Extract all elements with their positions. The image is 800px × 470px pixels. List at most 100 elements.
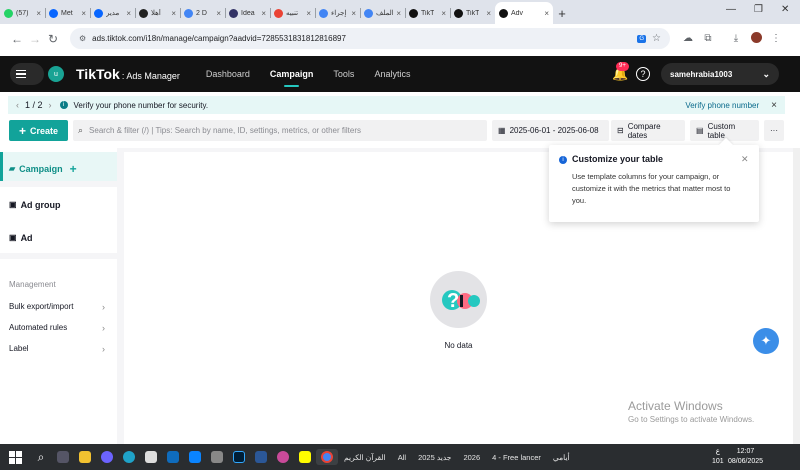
cloud-icon[interactable]: ☁	[678, 33, 698, 44]
browser-tab[interactable]: الملف ×	[360, 2, 405, 24]
browser-menu-icon[interactable]: ⋮	[766, 33, 786, 44]
media-player-icon[interactable]	[206, 449, 228, 465]
account-switcher[interactable]: samehrabia1003 ⌄	[661, 63, 779, 85]
sidebar-item-ad-group[interactable]: ▣ Ad group	[0, 188, 117, 221]
user-avatar[interactable]: u	[48, 66, 64, 82]
browser-tab[interactable]: 2 D ×	[180, 2, 225, 24]
more-options-button[interactable]: ···	[764, 120, 784, 141]
windows-start-icon[interactable]	[0, 450, 30, 464]
minimize-icon[interactable]: —	[726, 4, 736, 15]
create-button[interactable]: + Create	[9, 120, 68, 141]
calendar-icon: ▦	[498, 126, 506, 135]
chrome-icon[interactable]	[316, 449, 338, 465]
divider	[0, 253, 117, 259]
sidebar-item-ad[interactable]: ▣ Ad	[0, 221, 117, 254]
app-icon[interactable]	[272, 449, 294, 465]
notice-message: Verify your phone number for security.	[73, 100, 209, 110]
language-indicator[interactable]: ع 101	[712, 447, 724, 467]
chatgpt-favicon-icon	[139, 8, 148, 18]
sidebar-link-bulk-export[interactable]: Bulk export/import ›	[0, 296, 117, 317]
search-input[interactable]: ⌕ Search & filter (/) | Tips: Search by …	[73, 120, 487, 141]
file-explorer-icon[interactable]	[74, 449, 96, 465]
chevron-right-icon[interactable]: ›	[49, 100, 52, 110]
snapchat-icon[interactable]	[294, 449, 316, 465]
download-icon[interactable]: ⤓	[726, 33, 746, 44]
browser-tab[interactable]: تنبيه ×	[270, 2, 315, 24]
bookmark-star-icon[interactable]: ☆	[652, 33, 661, 44]
system-clock[interactable]: 12:07 08/06/2025	[728, 447, 763, 467]
chevron-left-icon[interactable]: ‹	[16, 100, 19, 110]
browser-tab[interactable]: Idea ×	[225, 2, 270, 24]
close-tab-icon[interactable]: ×	[261, 9, 266, 18]
browser-tab[interactable]: مدير ×	[90, 2, 135, 24]
close-tab-icon[interactable]: ×	[441, 9, 446, 18]
extensions-icon[interactable]: ⧉	[698, 33, 718, 44]
info-icon: i	[559, 156, 567, 164]
campaign-toolbar: + Create ⌕ Search & filter (/) | Tips: S…	[0, 118, 800, 142]
store-icon[interactable]	[184, 449, 206, 465]
tiktok-logo[interactable]: TikTok: Ads Manager	[76, 66, 180, 82]
close-tab-icon[interactable]: ×	[396, 9, 401, 18]
edge-icon[interactable]	[118, 449, 140, 465]
restore-icon[interactable]: ❐	[754, 4, 763, 15]
browser-tab[interactable]: Met ×	[45, 2, 90, 24]
close-tab-icon[interactable]: ×	[171, 9, 176, 18]
close-icon[interactable]: ×	[771, 100, 777, 111]
close-tab-icon[interactable]: ×	[544, 9, 549, 18]
taskbar-window-label[interactable]: 4 - Free lancer	[486, 453, 547, 462]
new-tab-button[interactable]: +	[553, 2, 571, 24]
taskbar-window-label[interactable]: All	[392, 453, 412, 462]
browser-tab[interactable]: TikT ×	[450, 2, 495, 24]
taskbar-window-label[interactable]: جديد 2025	[412, 453, 457, 462]
tiktok-favicon-icon	[409, 8, 418, 18]
taskbar-window-label[interactable]: القرآن الكريم	[338, 453, 392, 462]
add-campaign-icon[interactable]: +	[70, 162, 77, 176]
close-tab-icon[interactable]: ×	[486, 9, 491, 18]
chevron-right-icon: ›	[102, 343, 105, 354]
date-range-picker[interactable]: ▦ 2025-06-01 - 2025-06-08	[492, 120, 609, 141]
browser-tab[interactable]: TikT ×	[405, 2, 450, 24]
translate-icon[interactable]: G	[637, 34, 647, 43]
taskbar-window-label[interactable]: 2026	[457, 453, 486, 462]
scrollbar[interactable]	[793, 148, 800, 444]
task-view-icon[interactable]	[52, 449, 74, 465]
nav-tools[interactable]: Tools	[333, 56, 354, 92]
reload-icon[interactable]: ↻	[44, 32, 62, 46]
url-input[interactable]: ⚙ ads.tiktok.com/i18n/manage/campaign?aa…	[70, 28, 670, 49]
help-icon[interactable]: ?	[636, 67, 650, 81]
close-tab-icon[interactable]: ×	[306, 9, 311, 18]
close-tab-icon[interactable]: ×	[216, 9, 221, 18]
browser-tab-active[interactable]: Adv ×	[495, 2, 553, 24]
back-icon[interactable]: ←	[8, 32, 26, 46]
compare-dates-button[interactable]: ⊟ Compare dates	[611, 120, 685, 141]
site-info-icon[interactable]: ⚙	[79, 34, 86, 43]
forward-icon[interactable]: →	[26, 32, 44, 46]
profile-avatar[interactable]	[746, 31, 766, 46]
photoshop-icon[interactable]	[228, 449, 250, 465]
nav-analytics[interactable]: Analytics	[374, 56, 410, 92]
account-name: samehrabia1003	[670, 69, 733, 79]
copilot-icon[interactable]	[96, 449, 118, 465]
browser-tab[interactable]: إجراء ×	[315, 2, 360, 24]
search-icon[interactable]: ⌕	[30, 449, 52, 465]
nav-campaign[interactable]: Campaign	[270, 56, 313, 92]
outlook-icon[interactable]	[162, 449, 184, 465]
assistant-chat-icon[interactable]: ✦	[753, 328, 779, 354]
close-window-icon[interactable]: ✕	[781, 4, 789, 15]
verify-phone-link[interactable]: Verify phone number	[685, 101, 759, 110]
app-icon[interactable]	[250, 449, 272, 465]
taskbar-window-label[interactable]: أيامي	[547, 453, 576, 462]
nav-dashboard[interactable]: Dashboard	[206, 56, 250, 92]
google-favicon-icon	[184, 8, 193, 18]
browser-tab[interactable]: (57) ×	[0, 2, 45, 24]
close-tab-icon[interactable]: ×	[36, 9, 41, 18]
close-icon[interactable]: ✕	[741, 154, 749, 165]
sidebar-link-automated-rules[interactable]: Automated rules ›	[0, 317, 117, 338]
browser-tab[interactable]: أهلا ×	[135, 2, 180, 24]
close-tab-icon[interactable]: ×	[81, 9, 86, 18]
close-tab-icon[interactable]: ×	[351, 9, 356, 18]
close-tab-icon[interactable]: ×	[126, 9, 131, 18]
sidebar-link-label[interactable]: Label ›	[0, 338, 117, 359]
menu-button[interactable]	[10, 63, 44, 85]
calendar-app-icon[interactable]	[140, 449, 162, 465]
